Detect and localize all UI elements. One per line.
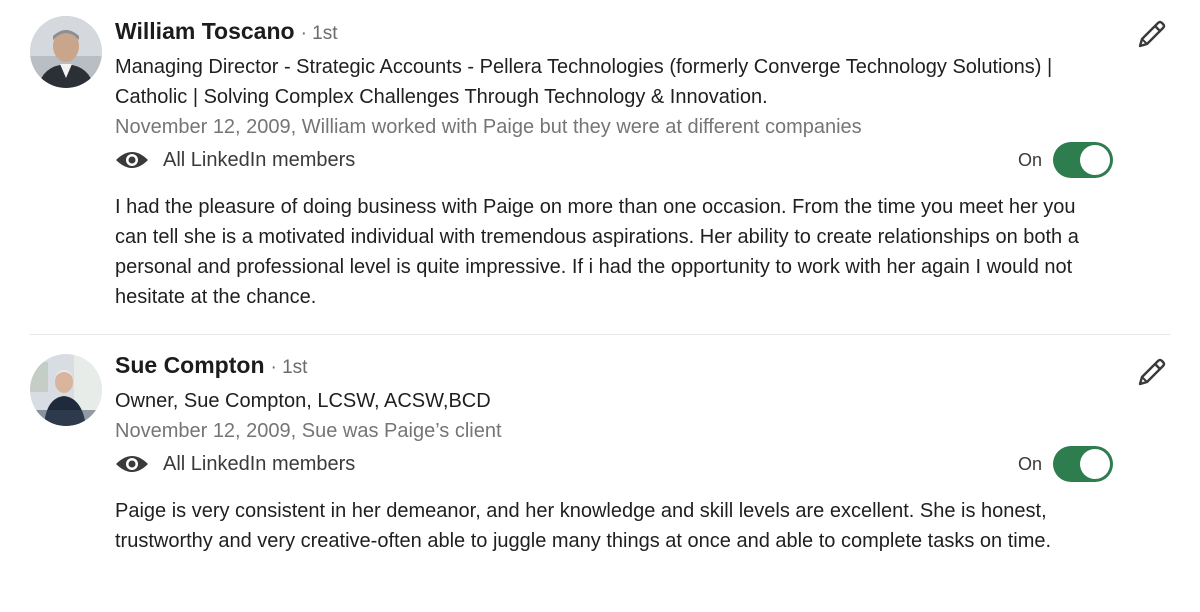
toggle-knob [1080,449,1110,479]
visibility-label: All LinkedIn members [163,452,356,475]
eye-icon [116,456,148,472]
recommendation-date-relation: November 12, 2009, Sue was Paige’s clien… [115,420,502,442]
connection-degree: · 1st [270,357,308,378]
toggle-state-label: On [1018,453,1043,474]
recommendation-text: Paige is very consistent in her demeanor… [115,500,1052,552]
visibility-row: All LinkedIn members On [115,446,1200,482]
recommender-headline: Owner, Sue Compton, LCSW, ACSW,BCD [115,390,491,412]
avatar-photo [30,354,102,426]
recommender-name[interactable]: Sue Compton [115,352,265,379]
avatar[interactable] [30,354,102,426]
pencil-icon[interactable] [1134,356,1168,390]
visibility-toggle[interactable] [1053,446,1113,482]
name-row: Sue Compton · 1st [115,352,1200,386]
recommendation-card: Sue Compton · 1st Owner, Sue Compton, LC… [0,0,1200,556]
